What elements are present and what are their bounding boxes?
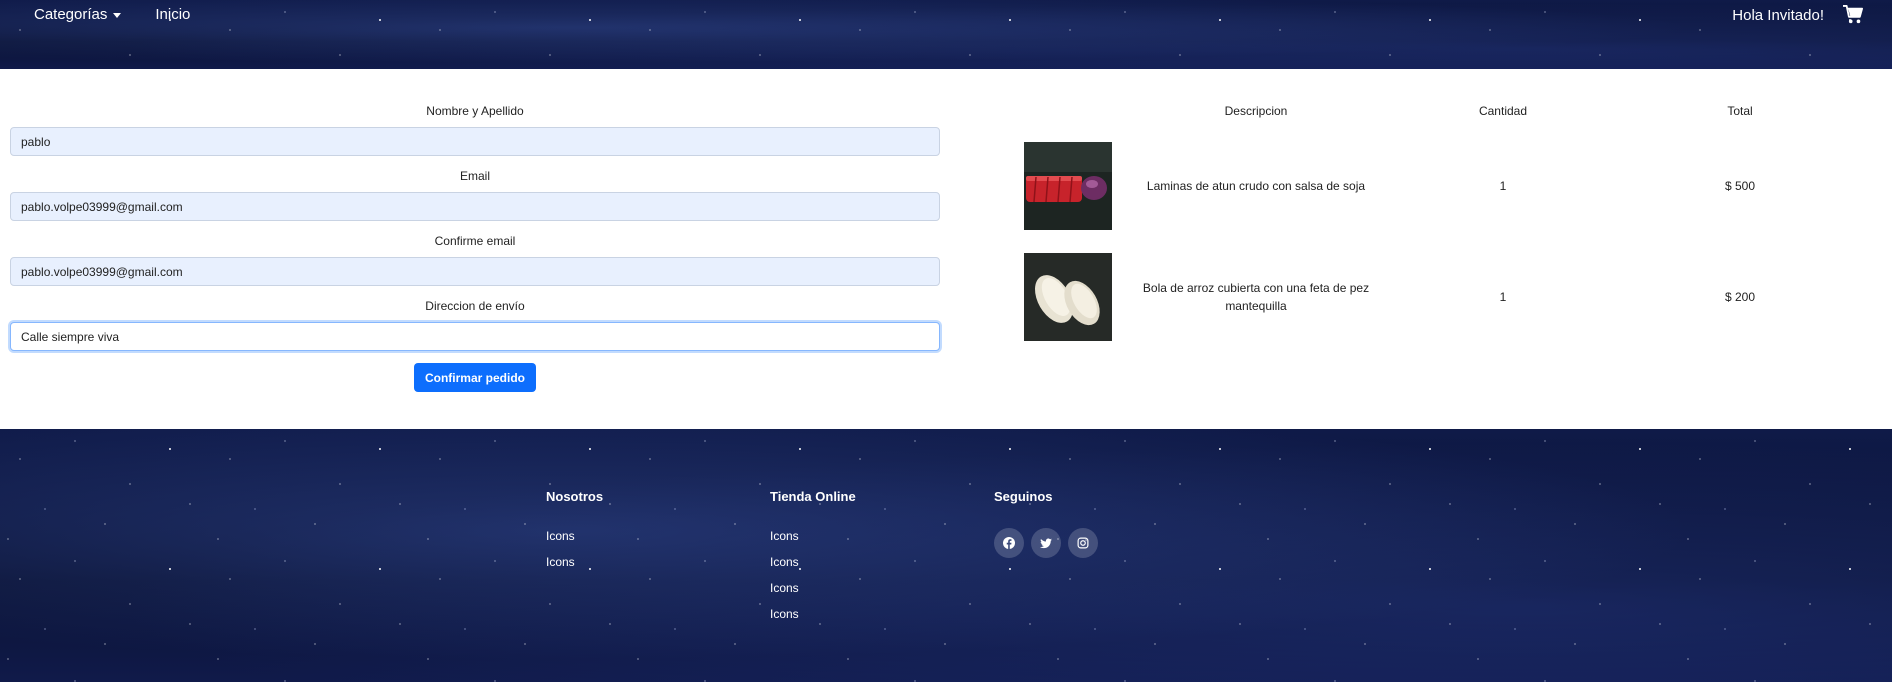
cart-header-row: Descripcion Cantidad Total — [1018, 103, 1892, 120]
footer-link[interactable]: Icons — [770, 607, 799, 621]
home-link[interactable]: Inicio — [155, 6, 190, 23]
image-header — [1018, 103, 1128, 120]
confirm-order-button[interactable]: Confirmar pedido — [413, 363, 536, 392]
nav-right: Hola Invitado! — [1732, 5, 1864, 25]
footer-link-item: Icons — [770, 554, 994, 580]
cart-summary: Descripcion Cantidad Total Laminas de at… — [1018, 103, 1892, 352]
item-description: Laminas de atun crudo con salsa de soja — [1146, 178, 1366, 193]
product-image-cell — [1018, 252, 1128, 341]
footer-link[interactable]: Icons — [770, 581, 799, 595]
instagram-button[interactable] — [1068, 528, 1098, 558]
cart-icon[interactable] — [1842, 5, 1864, 25]
social-links — [994, 528, 1218, 558]
footer-link[interactable]: Icons — [770, 555, 799, 569]
footer-links-nosotros: Icons Icons — [546, 528, 770, 580]
cart-row: Laminas de atun crudo con salsa de soja … — [1018, 130, 1892, 241]
footer-title-nosotros: Nosotros — [546, 489, 604, 504]
footer-link-item: Icons — [770, 528, 994, 554]
twitter-icon — [1040, 538, 1052, 549]
nav-left: Categorías Inicio — [34, 6, 190, 23]
item-description: Bola de arroz cubierta con una feta de p… — [1142, 280, 1370, 313]
footer: Nosotros Icons Icons Tienda Online Icons… — [0, 429, 1892, 682]
footer-link-item: Icons — [546, 528, 770, 554]
item-quantity: 1 — [1499, 289, 1507, 304]
name-label: Nombre y Apellido — [426, 104, 524, 118]
confirm-email-input[interactable] — [10, 257, 940, 286]
nigiri-image — [1024, 252, 1112, 341]
address-input[interactable] — [10, 322, 940, 351]
quantity-header: Cantidad — [1478, 104, 1528, 118]
description-header: Descripcion — [1224, 104, 1288, 118]
footer-link-item: Icons — [770, 606, 994, 632]
instagram-icon — [1077, 537, 1089, 549]
footer-column-tienda: Tienda Online Icons Icons Icons Icons — [770, 489, 994, 632]
item-quantity: 1 — [1499, 178, 1507, 193]
total-header: Total — [1727, 104, 1753, 118]
user-greeting: Hola Invitado! — [1732, 6, 1824, 24]
item-total: $ 200 — [1724, 289, 1756, 304]
footer-title-tienda: Tienda Online — [770, 489, 856, 504]
facebook-button[interactable] — [994, 528, 1024, 558]
cart-row: Bola de arroz cubierta con una feta de p… — [1018, 241, 1892, 352]
footer-link[interactable]: Icons — [546, 555, 575, 569]
footer-link-item: Icons — [770, 580, 994, 606]
address-label: Direccion de envío — [425, 299, 525, 313]
footer-link-item: Icons — [546, 554, 770, 580]
footer-links-tienda: Icons Icons Icons Icons — [770, 528, 994, 632]
footer-column-nosotros: Nosotros Icons Icons — [546, 489, 770, 632]
footer-columns: Nosotros Icons Icons Tienda Online Icons… — [546, 489, 1218, 632]
navbar: Categorías Inicio Hola Invitado! — [0, 0, 1892, 69]
chevron-down-icon — [113, 13, 122, 18]
tuna-sashimi-image — [1024, 141, 1112, 230]
product-image-cell — [1018, 141, 1128, 230]
email-input[interactable] — [10, 192, 940, 221]
footer-column-seguinos: Seguinos — [994, 489, 1218, 632]
item-total: $ 500 — [1724, 178, 1756, 193]
footer-link[interactable]: Icons — [770, 529, 799, 543]
facebook-icon — [1003, 537, 1015, 549]
twitter-button[interactable] — [1031, 528, 1061, 558]
checkout-form: Nombre y Apellido Email Confirme email D… — [10, 103, 940, 392]
footer-link[interactable]: Icons — [546, 529, 575, 543]
home-label: Inicio — [155, 6, 191, 23]
categories-dropdown[interactable]: Categorías — [34, 6, 122, 23]
categories-label: Categorías — [34, 6, 108, 23]
email-label: Email — [459, 169, 490, 183]
submit-row: Confirmar pedido — [10, 363, 940, 392]
confirm-email-label: Confirme email — [434, 234, 516, 248]
footer-title-seguinos: Seguinos — [994, 489, 1053, 504]
checkout-main: Nombre y Apellido Email Confirme email D… — [0, 69, 1892, 429]
name-input[interactable] — [10, 127, 940, 156]
